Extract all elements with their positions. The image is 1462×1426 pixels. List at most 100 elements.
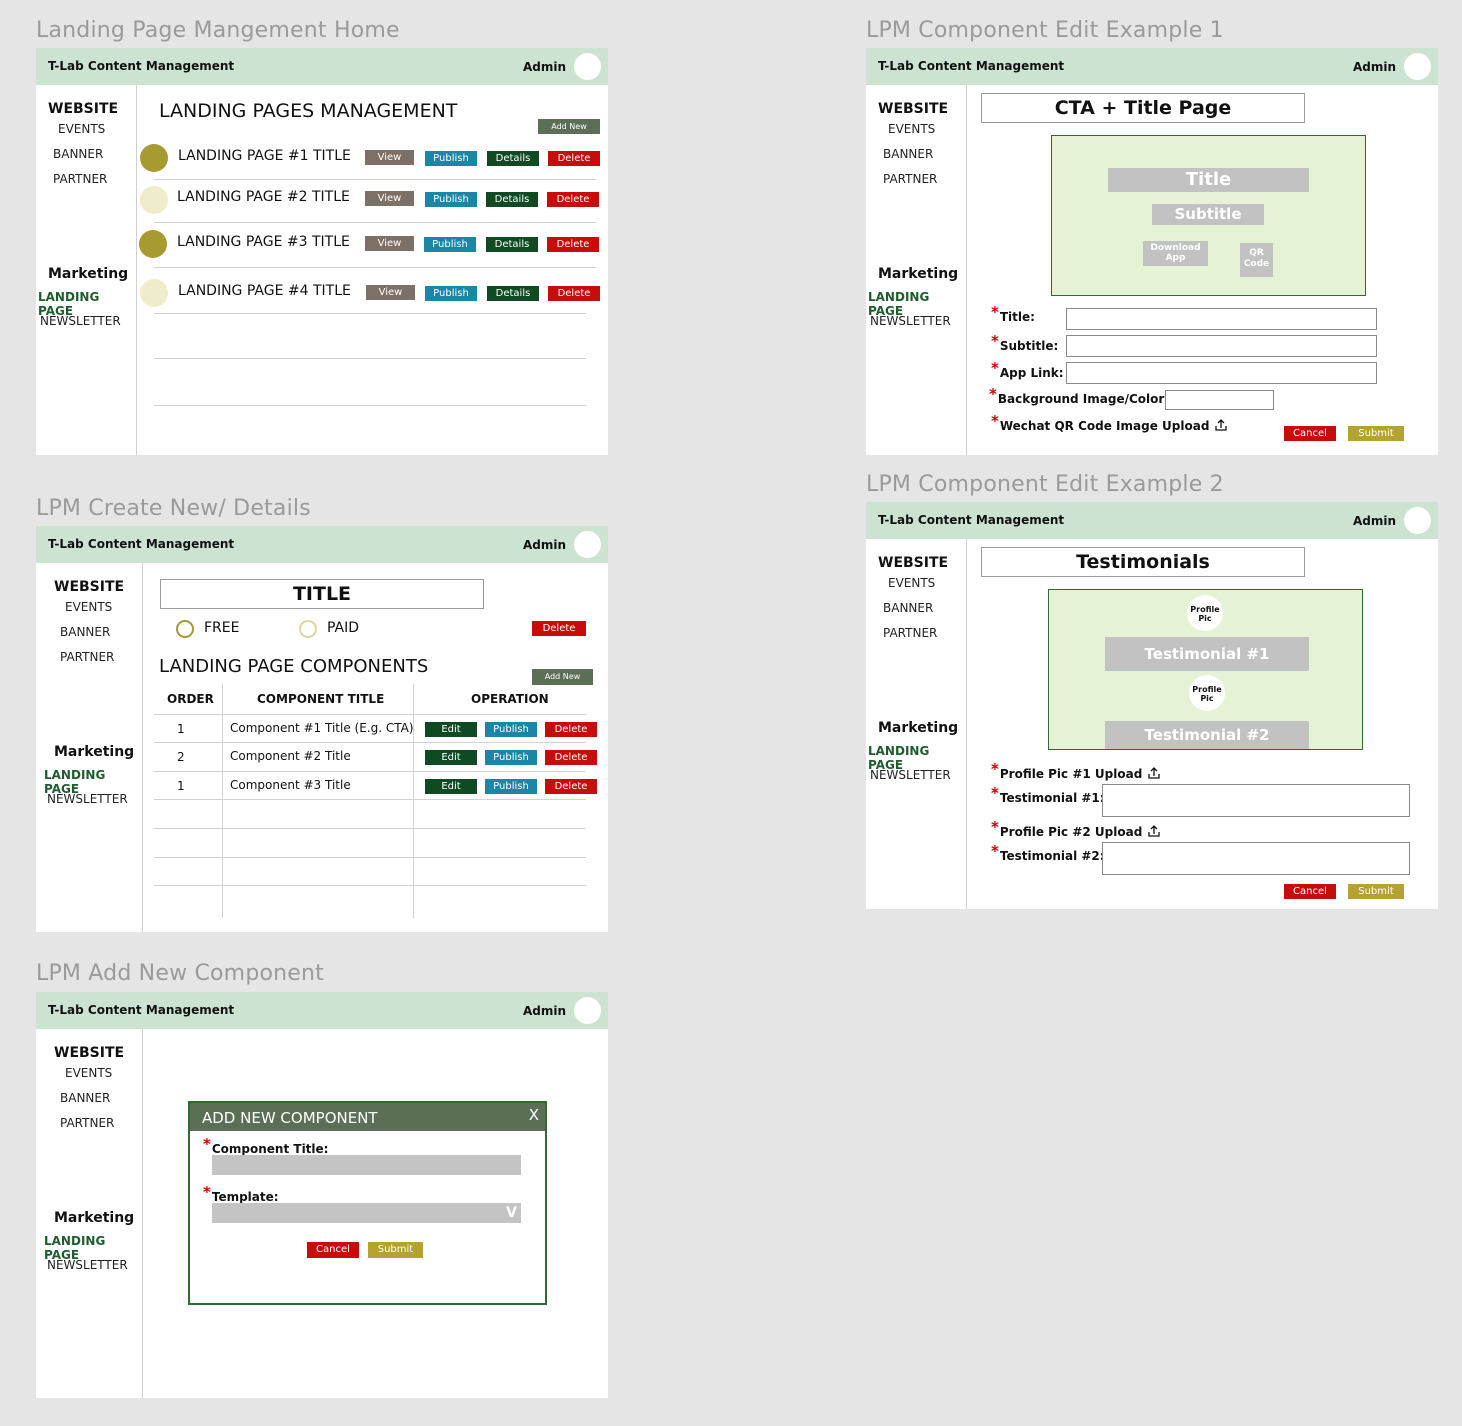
title-input[interactable]: TITLE bbox=[160, 579, 484, 609]
template-select[interactable]: V bbox=[212, 1203, 521, 1223]
sidebar-item-newsletter[interactable]: NEWSLETTER bbox=[40, 314, 121, 328]
admin-label[interactable]: Admin bbox=[523, 60, 566, 74]
publish-button[interactable]: Publish bbox=[485, 750, 537, 765]
sidebar-marketing[interactable]: Marketing bbox=[878, 266, 958, 282]
delete-button[interactable]: Delete bbox=[545, 750, 597, 765]
submit-button[interactable]: Submit bbox=[1348, 884, 1404, 899]
delete-button[interactable]: Delete bbox=[545, 722, 597, 737]
status-dot bbox=[140, 186, 168, 214]
submit-button[interactable]: Submit bbox=[368, 1242, 423, 1258]
avatar[interactable] bbox=[574, 531, 601, 558]
sidebar-marketing[interactable]: Marketing bbox=[878, 720, 958, 736]
sidebar-item-partner[interactable]: PARTNER bbox=[53, 172, 107, 186]
landing-page-title[interactable]: LANDING PAGE #2 TITLE bbox=[177, 189, 350, 205]
pic2-upload-label[interactable]: *Profile Pic #2 Upload bbox=[991, 818, 1160, 840]
testimonial1-input[interactable] bbox=[1102, 784, 1410, 817]
sidebar-item-newsletter[interactable]: NEWSLETTER bbox=[870, 314, 951, 328]
cancel-button[interactable]: Cancel bbox=[307, 1242, 359, 1258]
sidebar-marketing[interactable]: Marketing bbox=[48, 266, 128, 282]
avatar[interactable] bbox=[574, 53, 601, 80]
sidebar-item-newsletter[interactable]: NEWSLETTER bbox=[47, 792, 128, 806]
sidebar-website[interactable]: WEBSITE bbox=[878, 101, 948, 117]
delete-button[interactable]: Delete bbox=[545, 779, 597, 794]
view-button[interactable]: View bbox=[366, 285, 415, 300]
sidebar-item-newsletter[interactable]: NEWSLETTER bbox=[870, 768, 951, 782]
view-button[interactable]: View bbox=[365, 236, 414, 251]
avatar[interactable] bbox=[1404, 507, 1431, 534]
publish-button[interactable]: Publish bbox=[485, 779, 537, 794]
sidebar-item-events[interactable]: EVENTS bbox=[888, 122, 935, 136]
add-new-button[interactable]: Add New bbox=[532, 669, 593, 685]
sidebar-website[interactable]: WEBSITE bbox=[878, 555, 948, 571]
avatar[interactable] bbox=[574, 997, 601, 1024]
upload-icon[interactable] bbox=[1215, 419, 1228, 431]
avatar[interactable] bbox=[1404, 53, 1431, 80]
sidebar-item-events[interactable]: EVENTS bbox=[65, 600, 112, 614]
free-radio[interactable] bbox=[176, 620, 194, 638]
component-title-input[interactable] bbox=[212, 1155, 521, 1175]
background-input[interactable] bbox=[1165, 390, 1274, 410]
sidebar-item-banner[interactable]: BANNER bbox=[883, 147, 933, 161]
edit-button[interactable]: Edit bbox=[425, 722, 477, 737]
paid-radio[interactable] bbox=[299, 620, 317, 638]
publish-button[interactable]: Publish bbox=[485, 722, 537, 737]
admin-label[interactable]: Admin bbox=[1353, 514, 1396, 528]
sidebar-item-partner[interactable]: PARTNER bbox=[60, 650, 114, 664]
sidebar-item-partner[interactable]: PARTNER bbox=[60, 1116, 114, 1130]
sidebar-website[interactable]: WEBSITE bbox=[54, 1045, 124, 1061]
sidebar-marketing[interactable]: Marketing bbox=[54, 744, 134, 760]
sidebar-item-banner[interactable]: BANNER bbox=[883, 601, 933, 615]
pic1-upload-label[interactable]: *Profile Pic #1 Upload bbox=[991, 760, 1160, 782]
admin-label[interactable]: Admin bbox=[523, 538, 566, 552]
sidebar-marketing[interactable]: Marketing bbox=[54, 1210, 134, 1226]
close-icon[interactable]: X bbox=[529, 1106, 539, 1124]
view-button[interactable]: View bbox=[365, 150, 414, 165]
sidebar-item-events[interactable]: EVENTS bbox=[888, 576, 935, 590]
app-link-input[interactable] bbox=[1066, 362, 1377, 384]
publish-button[interactable]: Publish bbox=[425, 151, 477, 166]
sidebar-website[interactable]: WEBSITE bbox=[48, 101, 118, 117]
publish-button[interactable]: Publish bbox=[424, 237, 476, 252]
subtitle-input[interactable] bbox=[1066, 335, 1377, 357]
delete-button[interactable]: Delete bbox=[532, 621, 586, 636]
publish-button[interactable]: Publish bbox=[425, 286, 477, 301]
landing-page-title[interactable]: LANDING PAGE #3 TITLE bbox=[177, 234, 350, 250]
publish-button[interactable]: Publish bbox=[425, 192, 477, 207]
sidebar-item-partner[interactable]: PARTNER bbox=[883, 172, 937, 186]
view-button[interactable]: View bbox=[365, 191, 414, 206]
admin-label[interactable]: Admin bbox=[523, 1004, 566, 1018]
details-button[interactable]: Details bbox=[487, 151, 539, 166]
edit-button[interactable]: Edit bbox=[425, 779, 477, 794]
sidebar-website[interactable]: WEBSITE bbox=[54, 579, 124, 595]
sidebar-item-partner[interactable]: PARTNER bbox=[883, 626, 937, 640]
details-button[interactable]: Details bbox=[487, 286, 539, 301]
testimonial2-input[interactable] bbox=[1102, 842, 1410, 875]
details-button[interactable]: Details bbox=[486, 237, 538, 252]
sidebar-item-events[interactable]: EVENTS bbox=[65, 1066, 112, 1080]
title-input[interactable] bbox=[1066, 308, 1377, 330]
delete-button[interactable]: Delete bbox=[548, 286, 600, 301]
landing-page-title[interactable]: LANDING PAGE #4 TITLE bbox=[178, 283, 351, 299]
admin-label[interactable]: Admin bbox=[1353, 60, 1396, 74]
delete-button[interactable]: Delete bbox=[548, 151, 600, 166]
upload-icon[interactable] bbox=[1148, 767, 1160, 779]
details-button[interactable]: Details bbox=[486, 192, 538, 207]
landing-page-title[interactable]: LANDING PAGE #1 TITLE bbox=[178, 148, 351, 164]
sidebar-item-events[interactable]: EVENTS bbox=[58, 122, 105, 136]
edit2-frame: T-Lab Content Management Admin WEBSITE E… bbox=[866, 502, 1438, 909]
upload-icon[interactable] bbox=[1148, 825, 1160, 837]
cancel-button[interactable]: Cancel bbox=[1284, 884, 1336, 899]
submit-button[interactable]: Submit bbox=[1348, 426, 1404, 441]
edit-button[interactable]: Edit bbox=[425, 750, 477, 765]
add-new-button[interactable]: Add New bbox=[538, 119, 600, 134]
cancel-button[interactable]: Cancel bbox=[1284, 426, 1336, 441]
testimonial2-label: *Testimonial #2: bbox=[991, 842, 1105, 863]
delete-button[interactable]: Delete bbox=[547, 192, 599, 207]
sidebar-item-banner[interactable]: BANNER bbox=[60, 625, 110, 639]
sidebar-item-banner[interactable]: BANNER bbox=[53, 147, 103, 161]
subtitle-label: *Subtitle: bbox=[991, 332, 1059, 353]
sidebar-item-newsletter[interactable]: NEWSLETTER bbox=[47, 1258, 128, 1272]
delete-button[interactable]: Delete bbox=[547, 237, 599, 252]
sidebar-item-banner[interactable]: BANNER bbox=[60, 1091, 110, 1105]
qr-upload-label[interactable]: *Wechat QR Code Image Upload bbox=[991, 412, 1228, 434]
